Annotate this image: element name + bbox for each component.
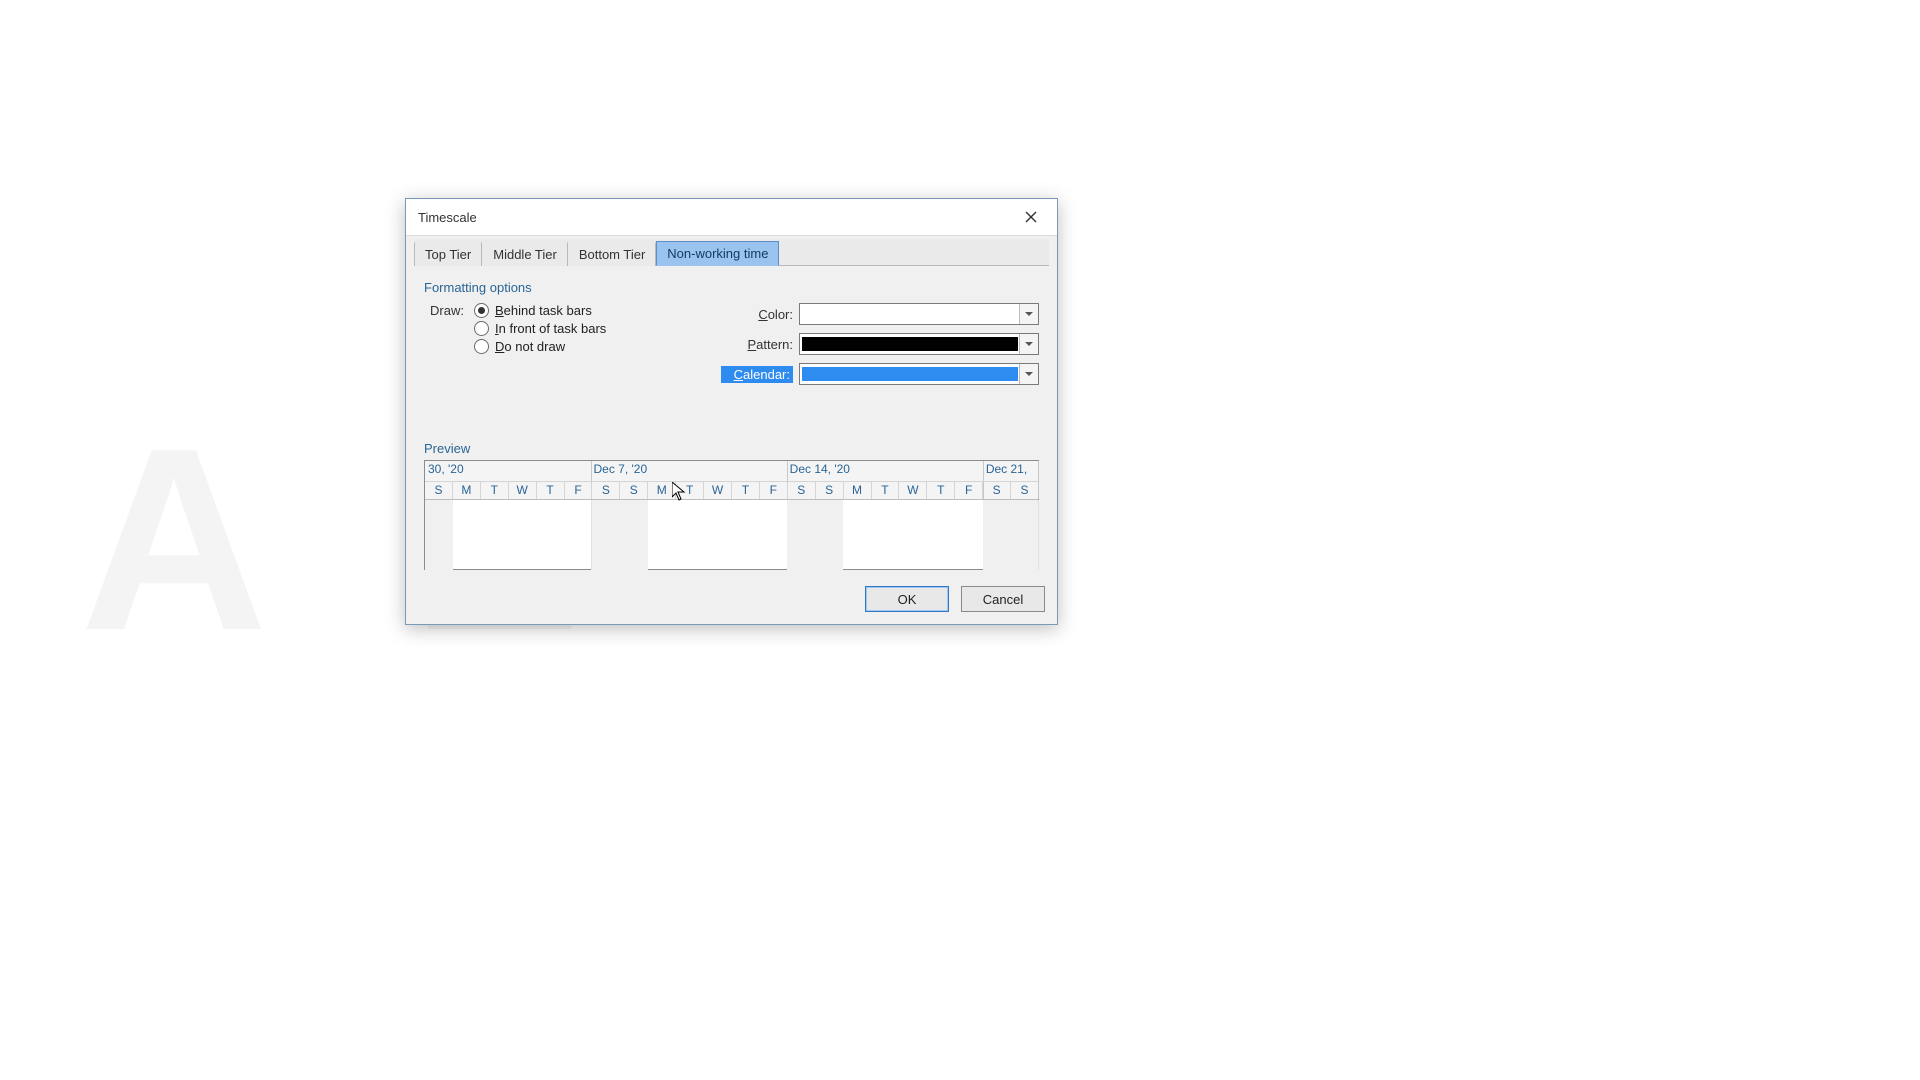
radio-none[interactable]: Do not draw [474, 339, 606, 354]
preview-heading: Preview [424, 441, 1039, 456]
preview-week-label: 30, '20 [428, 462, 464, 476]
radio-label: In front of task bars [495, 321, 606, 336]
tab-top-tier[interactable]: Top Tier [414, 242, 482, 266]
radio-icon [474, 303, 489, 318]
preview-day: W [509, 481, 537, 499]
calendar-combobox[interactable] [799, 363, 1039, 385]
preview-week-divider [591, 500, 592, 570]
tab-non-working-time[interactable]: Non-working time [656, 241, 779, 266]
preview-day: F [955, 481, 983, 499]
timescale-dialog: Timescale Top TierMiddle TierBottom Tier… [405, 198, 1058, 625]
tab-bottom-tier[interactable]: Bottom Tier [568, 242, 656, 266]
preview-day: S [592, 481, 620, 499]
pattern-label: Pattern: [721, 337, 793, 352]
draw-label: Draw: [424, 303, 464, 354]
chevron-down-icon [1019, 304, 1038, 324]
chevron-down-icon [1019, 334, 1038, 354]
radio-behind[interactable]: Behind task bars [474, 303, 606, 318]
preview-day-row: SMTWTFSSMTWTFSSMTWTFSS [425, 481, 1038, 499]
close-icon [1025, 211, 1037, 223]
preview-day: S [620, 481, 648, 499]
pattern-combobox[interactable] [799, 333, 1039, 355]
preview-header: 30, '20Dec 7, '20Dec 14, '20Dec 21,SMTWT… [425, 461, 1038, 500]
radio-label: Behind task bars [495, 303, 592, 318]
preview-nonworking-shade [592, 500, 648, 570]
preview-day: T [927, 481, 955, 499]
timescale-preview: 30, '20Dec 7, '20Dec 14, '20Dec 21,SMTWT… [424, 460, 1039, 570]
preview-body [425, 500, 1038, 570]
close-button[interactable] [1013, 203, 1049, 231]
dialog-buttons: OK Cancel [406, 580, 1057, 624]
radio-icon [474, 339, 489, 354]
preview-day: T [537, 481, 565, 499]
options-row: Draw: Behind task bars In front of task b… [424, 303, 1039, 385]
draw-radio-group: Behind task bars In front of task bars Do … [474, 303, 606, 354]
preview-day: S [816, 481, 844, 499]
preview-day: F [565, 481, 593, 499]
preview-day: S [983, 481, 1011, 499]
calendar-swatch [802, 367, 1018, 381]
preview-day: M [844, 481, 872, 499]
radio-label: Do not draw [495, 339, 565, 354]
preview-week-divider [1038, 500, 1039, 570]
dropdown-grid: Color: Pattern: Calendar: [721, 303, 1039, 385]
titlebar: Timescale [406, 199, 1057, 236]
dialog-title: Timescale [418, 210, 477, 225]
ok-button[interactable]: OK [865, 586, 949, 612]
preview-week-label: Dec 7, '20 [594, 462, 648, 476]
preview-week-label: Dec 14, '20 [790, 462, 850, 476]
cancel-button[interactable]: Cancel [961, 586, 1045, 612]
preview-day: S [425, 481, 453, 499]
pattern-swatch [802, 337, 1018, 351]
preview-day: M [453, 481, 481, 499]
preview-day: T [732, 481, 760, 499]
calendar-label: Calendar: [721, 366, 793, 383]
formatting-options-heading: Formatting options [424, 280, 1039, 295]
color-swatch [802, 307, 1018, 321]
dialog-panel: Formatting options Draw: Behind task bar… [406, 266, 1057, 580]
preview-nonworking-shade [983, 500, 1038, 570]
preview-week-label: Dec 21, [986, 462, 1027, 476]
preview-day: T [872, 481, 900, 499]
preview-day: T [481, 481, 509, 499]
preview-day: M [648, 481, 676, 499]
radio-icon [474, 321, 489, 336]
preview-nonworking-shade [787, 500, 843, 570]
color-combobox[interactable] [799, 303, 1039, 325]
preview-day: F [760, 481, 788, 499]
preview-day: S [1011, 481, 1038, 499]
color-label: Color: [721, 307, 793, 322]
preview-day: T [676, 481, 704, 499]
draw-column: Draw: Behind task bars In front of task b… [424, 303, 606, 354]
preview-day: S [788, 481, 816, 499]
preview-nonworking-shade [425, 500, 453, 570]
preview-day: W [704, 481, 732, 499]
tab-strip: Top TierMiddle TierBottom TierNon-workin… [414, 239, 1049, 266]
chevron-down-icon [1019, 364, 1038, 384]
radio-front[interactable]: In front of task bars [474, 321, 606, 336]
preview-day: W [899, 481, 927, 499]
tab-middle-tier[interactable]: Middle Tier [482, 242, 568, 266]
